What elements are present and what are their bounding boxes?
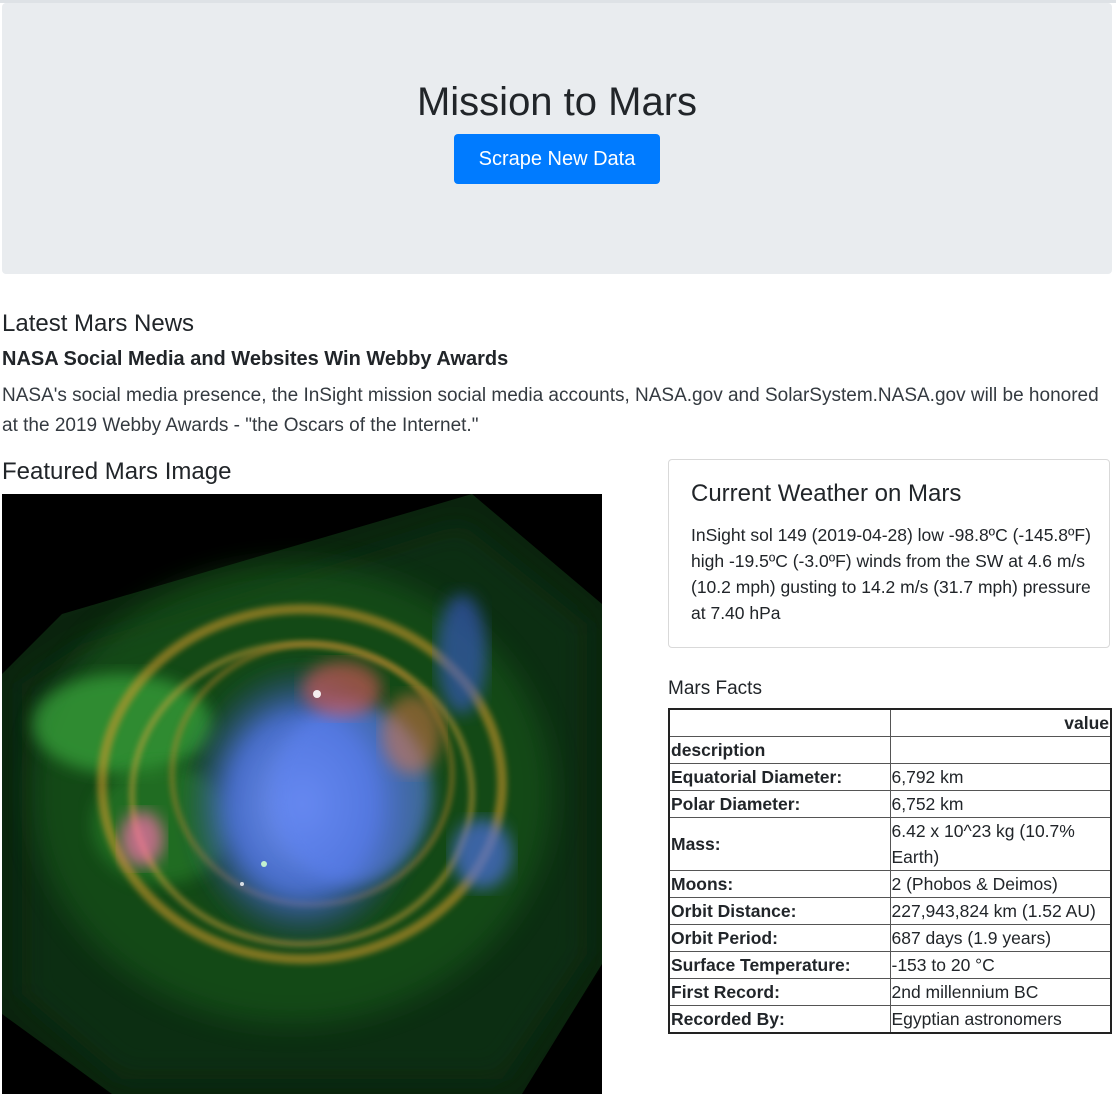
- table-index-header: description: [668, 736, 891, 764]
- table-index-blank: [889, 736, 1112, 764]
- table-header-blank: [668, 708, 891, 737]
- table-index-row: description: [668, 736, 1112, 764]
- row-value: 227,943,824 km (1.52 AU): [889, 897, 1112, 925]
- news-section-heading: Latest Mars News: [2, 310, 195, 337]
- table-row: Surface Temperature: -153 to 20 °C: [668, 951, 1112, 979]
- table-row: Polar Diameter: 6,752 km: [668, 790, 1112, 818]
- jumbotron-header: Mission to Mars Scrape New Data: [2, 3, 1112, 274]
- row-label: Orbit Period:: [668, 924, 891, 952]
- row-label: First Record:: [668, 978, 891, 1006]
- row-label: Polar Diameter:: [668, 790, 891, 818]
- row-value: 6,752 km: [889, 790, 1112, 818]
- news-title: NASA Social Media and Websites Win Webby…: [2, 348, 509, 370]
- table-header-row: value: [668, 708, 1112, 737]
- row-value: 6.42 x 10^23 kg (10.7% Earth): [889, 817, 1112, 871]
- table-row: First Record: 2nd millennium BC: [668, 978, 1112, 1006]
- table-row: Recorded By: Egyptian astronomers: [668, 1005, 1112, 1034]
- row-value: Egyptian astronomers: [889, 1005, 1112, 1034]
- weather-card: Current Weather on Mars InSight sol 149 …: [668, 459, 1110, 648]
- row-label: Equatorial Diameter:: [668, 763, 891, 791]
- row-label: Moons:: [668, 870, 891, 898]
- table-row: Moons: 2 (Phobos & Deimos): [668, 870, 1112, 898]
- row-label: Surface Temperature:: [668, 951, 891, 979]
- scrape-new-data-button[interactable]: Scrape New Data: [454, 134, 660, 184]
- row-value: 2nd millennium BC: [889, 978, 1112, 1006]
- row-value: -153 to 20 °C: [889, 951, 1112, 979]
- row-label: Mass:: [668, 817, 891, 871]
- table-column-header: value: [889, 708, 1112, 737]
- mars-facts-table: value description Equatorial Diameter: 6…: [668, 708, 1112, 1034]
- table-row: Orbit Period: 687 days (1.9 years): [668, 924, 1112, 952]
- table-row: Equatorial Diameter: 6,792 km: [668, 763, 1112, 791]
- table-row: Orbit Distance: 227,943,824 km (1.52 AU): [668, 897, 1112, 925]
- news-paragraph: NASA's social media presence, the InSigh…: [2, 385, 1099, 436]
- row-value: 6,792 km: [889, 763, 1112, 791]
- page-title: Mission to Mars: [416, 80, 698, 124]
- row-label: Orbit Distance:: [668, 897, 891, 925]
- featured-image-heading: Featured Mars Image: [2, 458, 232, 485]
- row-value: 687 days (1.9 years): [889, 924, 1112, 952]
- table-row: Mass: 6.42 x 10^23 kg (10.7% Earth): [668, 817, 1112, 871]
- row-value: 2 (Phobos & Deimos): [889, 870, 1112, 898]
- featured-mars-image: [2, 494, 602, 1094]
- row-label: Recorded By:: [668, 1005, 891, 1034]
- weather-text: InSight sol 149 (2019-04-28) low -98.8ºC…: [691, 525, 1091, 623]
- mars-facts-caption: Mars Facts: [668, 678, 762, 699]
- weather-title: Current Weather on Mars: [691, 480, 962, 507]
